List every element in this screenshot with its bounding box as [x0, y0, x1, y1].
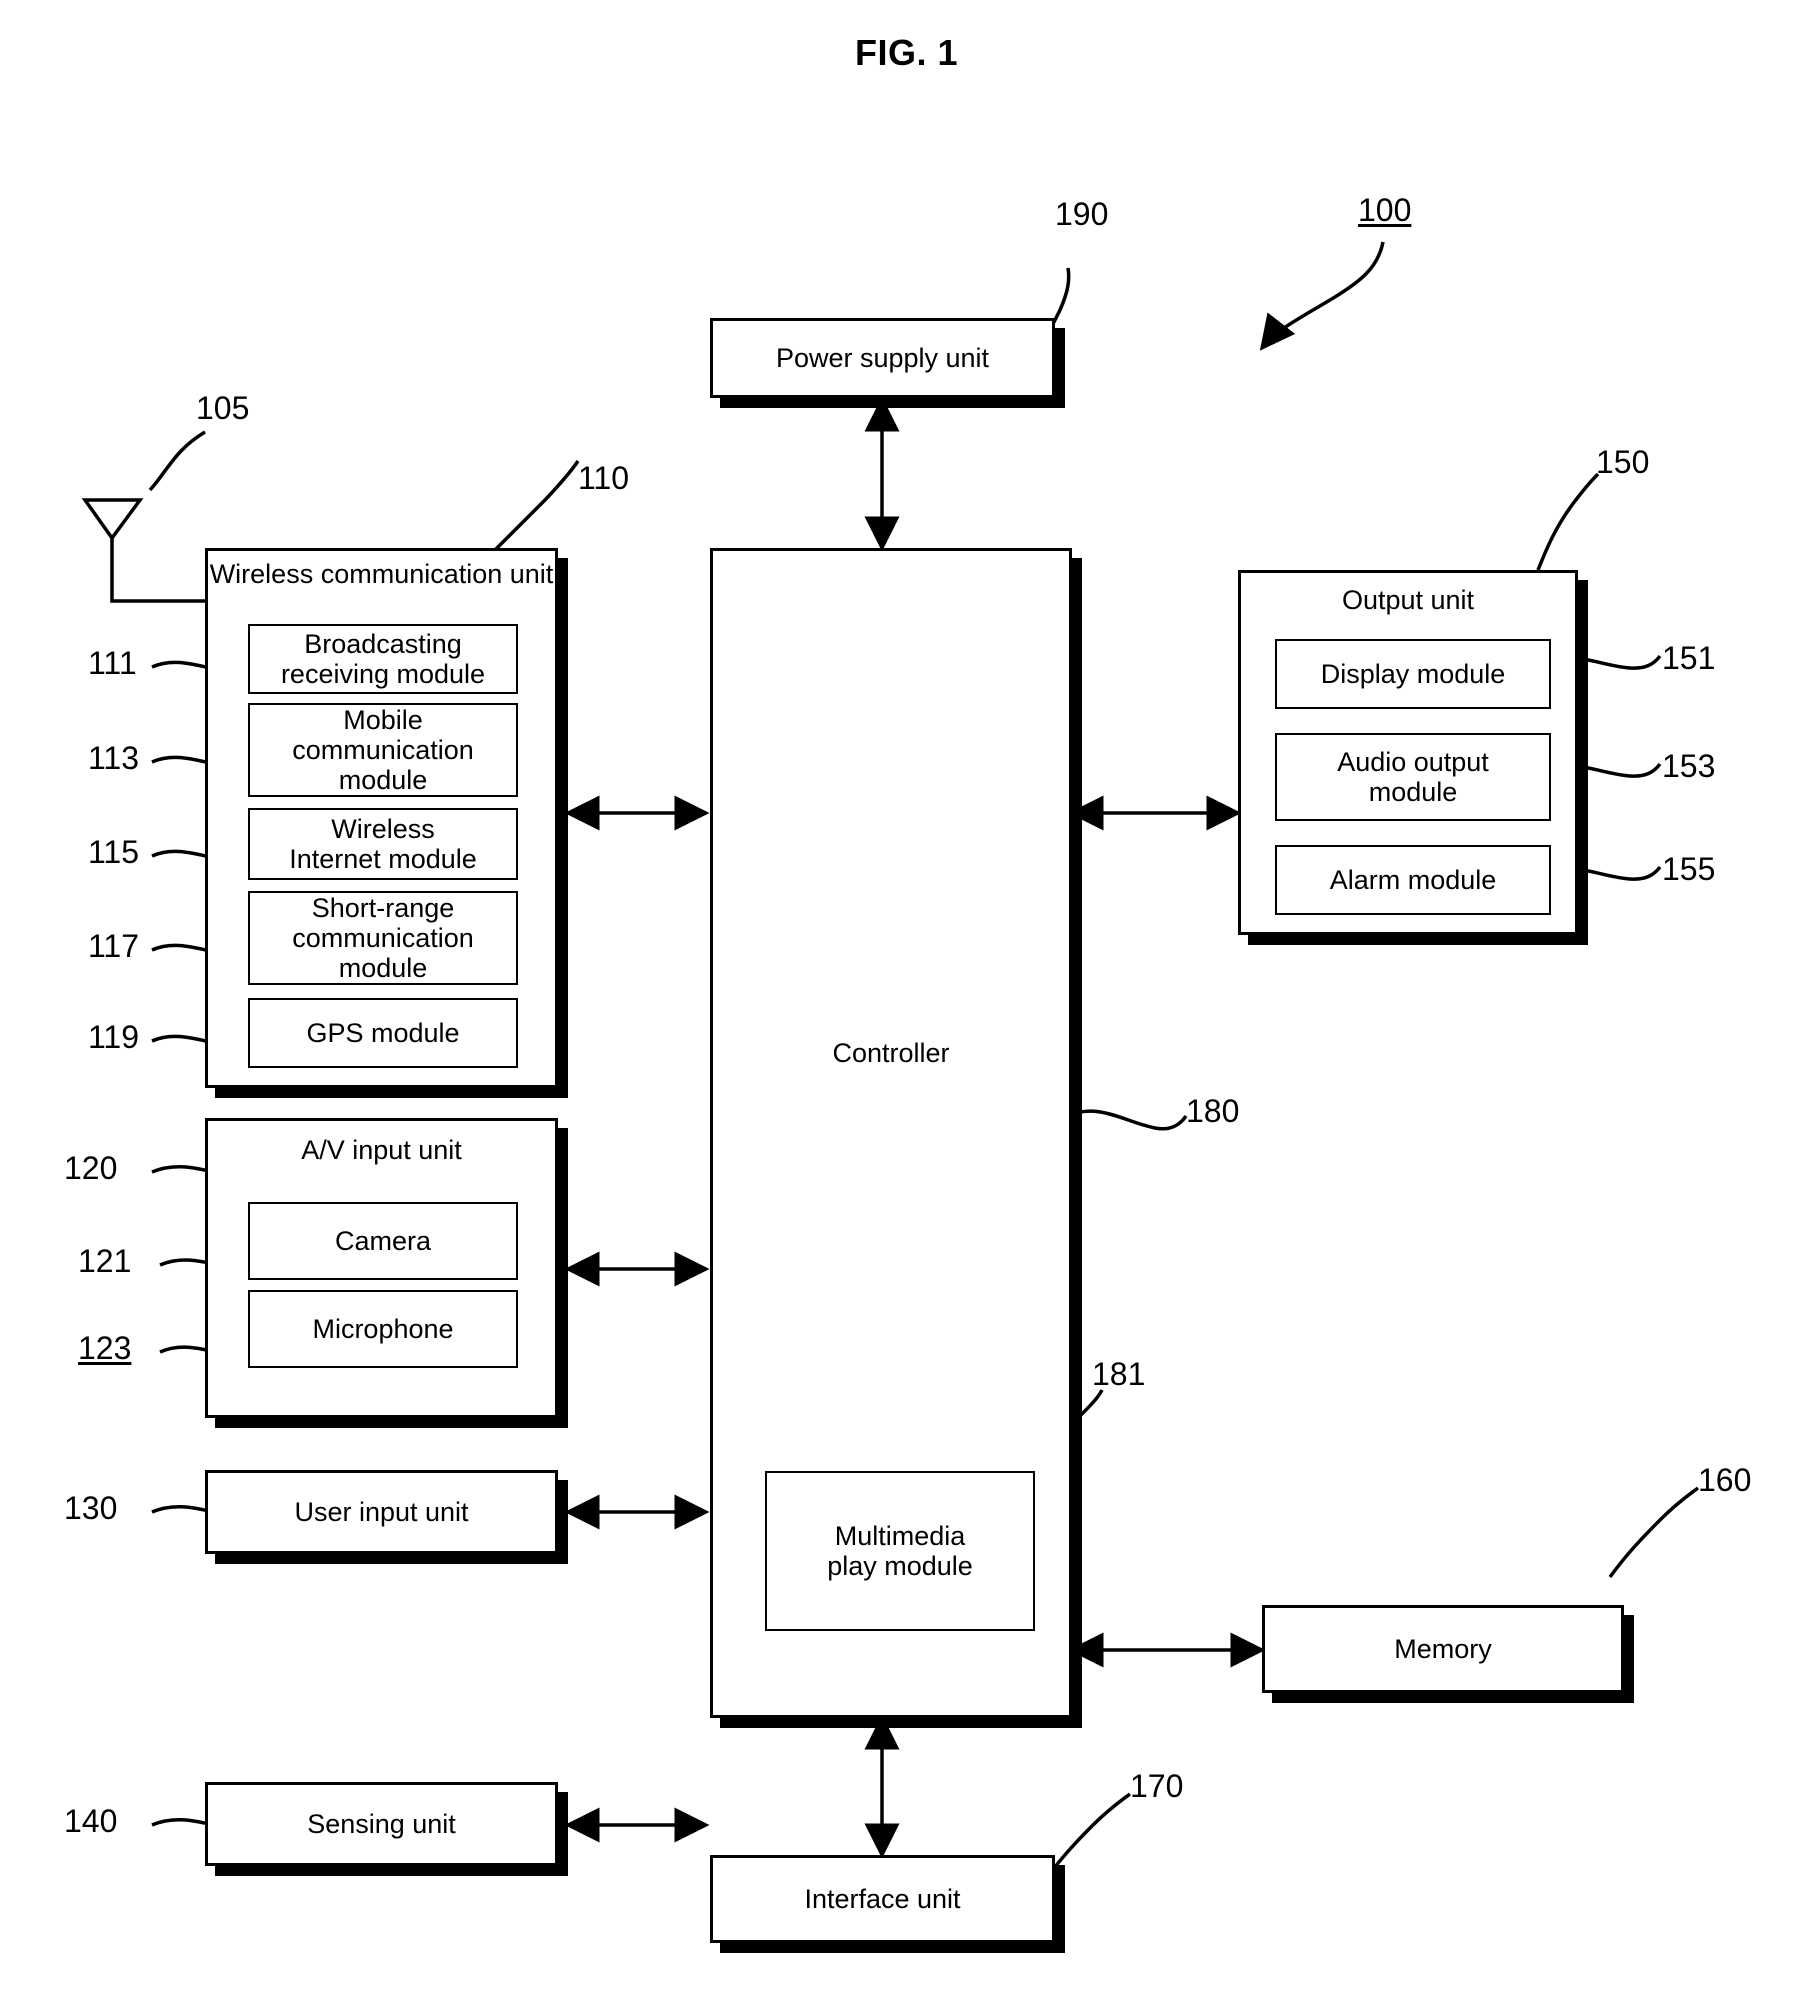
ref-150: 150 — [1596, 444, 1650, 480]
multimedia-play-module-block[interactable]: Multimedia play module — [765, 1471, 1035, 1631]
ref-130: 130 — [64, 1490, 118, 1526]
gps-module-label: GPS module — [306, 1017, 460, 1048]
broadcasting-receiving-module-block[interactable]: Broadcasting receiving module — [248, 624, 518, 694]
broadcasting-receiving-module-label: Broadcasting receiving module — [280, 628, 486, 689]
memory-label: Memory — [1394, 1633, 1492, 1664]
ref-180: 180 — [1186, 1093, 1240, 1129]
memory-block[interactable]: Memory — [1262, 1605, 1624, 1693]
mobile-communication-module-block[interactable]: Mobile communication module — [248, 703, 518, 797]
mobile-communication-module-label: Mobile communication module — [292, 704, 474, 796]
short-range-communication-module-label: Short-range communication module — [292, 892, 474, 984]
figure-title: FIG. 1 — [854, 32, 959, 73]
ref-170: 170 — [1130, 1768, 1184, 1804]
ref-155: 155 — [1662, 851, 1716, 887]
multimedia-play-module-label: Multimedia play module — [827, 1520, 973, 1581]
ref-160: 160 — [1698, 1462, 1752, 1498]
ref-190: 190 — [1055, 196, 1109, 232]
ref-140: 140 — [64, 1803, 118, 1839]
ref-151: 151 — [1662, 640, 1716, 676]
ref-110-unit-subref-111: 111 — [88, 645, 137, 681]
power-supply-unit-label: Power supply unit — [775, 342, 990, 373]
camera-block[interactable]: Camera — [248, 1202, 518, 1280]
alarm-module-block[interactable]: Alarm module — [1275, 845, 1551, 915]
display-module-block[interactable]: Display module — [1275, 639, 1551, 709]
av-input-unit-label: A/V input unit — [301, 1135, 462, 1165]
sensing-unit-block[interactable]: Sensing unit — [205, 1782, 558, 1866]
patent-figure-page: FIG. 1 Power supply unit 190 100 105 Wir… — [0, 0, 1813, 2006]
ref-121: 121 — [78, 1243, 132, 1279]
controller-label: Controller — [832, 1038, 950, 1068]
ref-100: 100 — [1358, 192, 1412, 228]
microphone-block[interactable]: Microphone — [248, 1290, 518, 1368]
interface-unit-label: Interface unit — [804, 1883, 961, 1914]
ref-110: 110 — [578, 460, 630, 496]
output-unit-block[interactable]: Output unit Display module Audio output … — [1238, 570, 1578, 935]
ref-115: 115 — [88, 834, 140, 870]
ref-123: 123 — [78, 1330, 132, 1366]
output-unit-label: Output unit — [1341, 585, 1475, 615]
interface-unit-block[interactable]: Interface unit — [710, 1855, 1055, 1943]
microphone-label: Microphone — [312, 1313, 454, 1344]
sensing-unit-label: Sensing unit — [307, 1808, 456, 1839]
ref-120: 120 — [64, 1150, 118, 1186]
short-range-communication-module-block[interactable]: Short-range communication module — [248, 891, 518, 985]
user-input-unit-block[interactable]: User input unit — [205, 1470, 558, 1554]
av-input-unit-block[interactable]: A/V input unit Camera Microphone — [205, 1118, 558, 1418]
alarm-module-label: Alarm module — [1329, 864, 1497, 895]
ref-113: 113 — [88, 740, 140, 776]
gps-module-block[interactable]: GPS module — [248, 998, 518, 1068]
power-supply-unit-block[interactable]: Power supply unit — [710, 318, 1055, 398]
wireless-communication-unit-block[interactable]: Wireless communication unit Broadcasting… — [205, 548, 558, 1088]
audio-output-module-label: Audio output module — [1337, 746, 1489, 807]
ref-119: 119 — [88, 1019, 140, 1055]
wireless-communication-unit-label: Wireless communication unit — [209, 559, 554, 589]
user-input-unit-label: User input unit — [294, 1496, 469, 1527]
camera-label: Camera — [334, 1225, 432, 1256]
ref-105: 105 — [196, 390, 250, 426]
audio-output-module-block[interactable]: Audio output module — [1275, 733, 1551, 821]
ref-181: 181 — [1092, 1356, 1146, 1392]
ref-117: 117 — [88, 928, 140, 964]
ref-153: 153 — [1662, 748, 1716, 784]
wireless-internet-module-block[interactable]: Wireless Internet module — [248, 808, 518, 880]
wireless-internet-module-label: Wireless Internet module — [289, 813, 477, 874]
display-module-label: Display module — [1320, 658, 1506, 689]
controller-block[interactable]: Controller Multimedia play module — [710, 548, 1072, 1718]
